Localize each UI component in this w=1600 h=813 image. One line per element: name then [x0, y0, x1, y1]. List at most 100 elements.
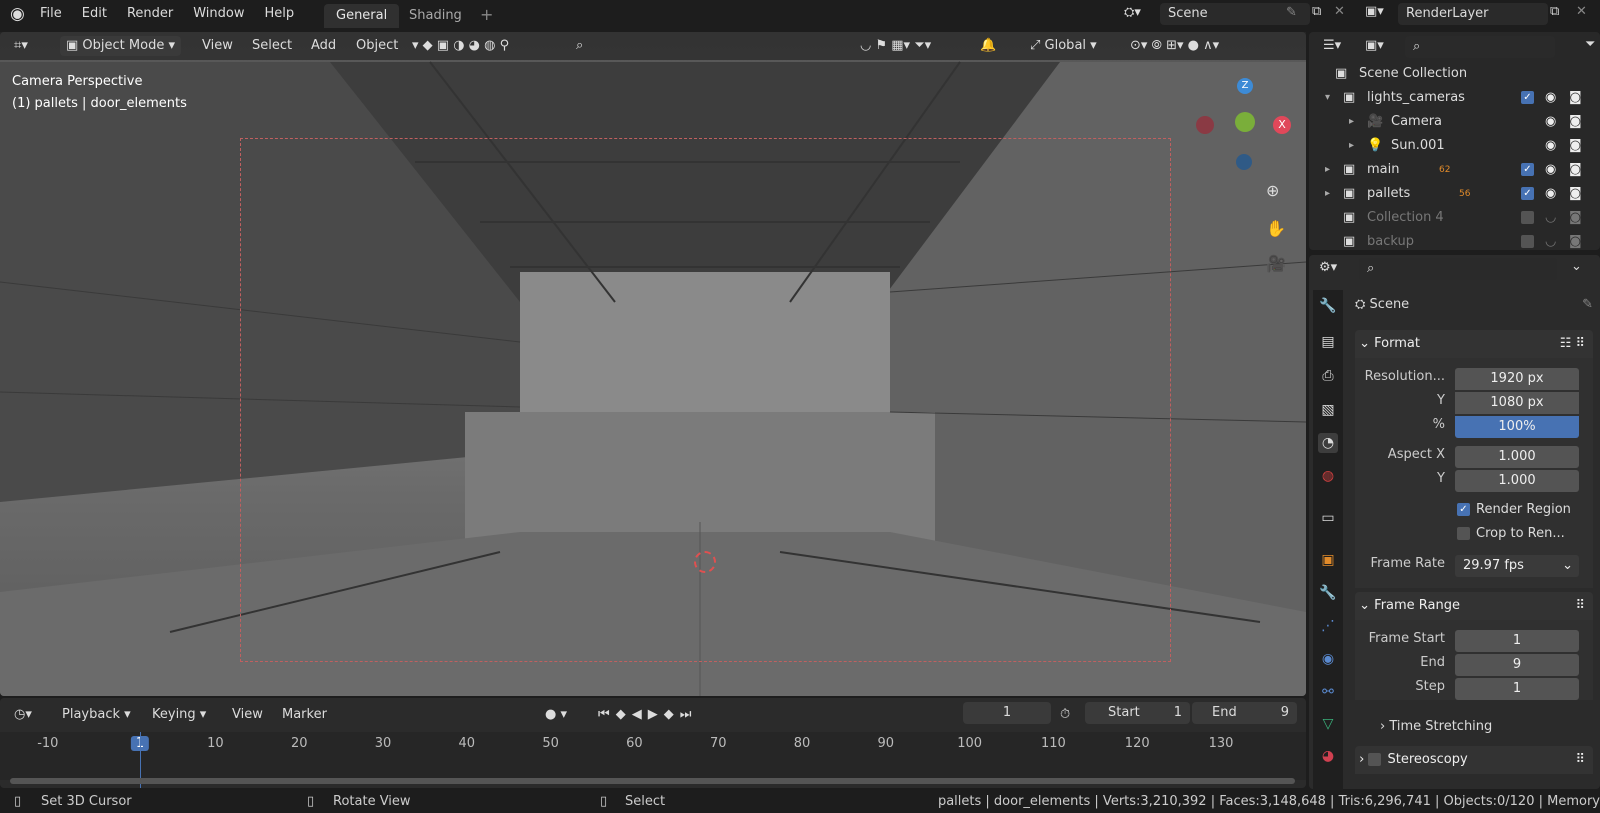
expand-arrow-icon[interactable]: ▸	[1349, 134, 1354, 158]
format-panel-header[interactable]: ⌄ Format ☷ ⠿	[1355, 330, 1593, 358]
render-camera-icon[interactable]: ◙	[1569, 110, 1582, 134]
snapping-icons[interactable]: ⊙▾ ⦾ ⊞▾ ● ∧▾	[1130, 36, 1219, 56]
menu-playback[interactable]: Playback ▾	[62, 706, 131, 724]
properties-editor-icon[interactable]: ⚙▾	[1319, 260, 1337, 275]
search-icon[interactable]: ⌕	[576, 36, 583, 56]
new-view-layer-icon[interactable]: ⧉	[1550, 4, 1559, 19]
crop-checkbox[interactable]: Crop to Ren...	[1457, 526, 1565, 541]
exclude-checkbox[interactable]	[1521, 211, 1534, 224]
gizmo-y[interactable]	[1235, 112, 1255, 132]
start-frame-field[interactable]: Start 1	[1085, 702, 1190, 724]
gizmo-neg-x[interactable]	[1196, 116, 1214, 134]
stereoscopy-panel-header[interactable]: › Stereoscopy ⠿	[1355, 746, 1593, 774]
render-camera-icon[interactable]: ◙	[1569, 230, 1582, 254]
resolution-y-field[interactable]: 1080 px	[1455, 392, 1579, 414]
frame-step-field[interactable]: 1	[1455, 678, 1579, 700]
blender-logo-icon[interactable]: ◉	[10, 4, 25, 24]
tool-tab-icon[interactable]: 🔧	[1318, 296, 1338, 316]
render-camera-icon[interactable]: ◙	[1569, 86, 1582, 110]
exclude-checkbox[interactable]: ✓	[1521, 187, 1534, 200]
filter-view-icon[interactable]: ▣▾	[1365, 38, 1384, 53]
expand-arrow-icon[interactable]: ▸	[1325, 158, 1330, 182]
visibility-eye-icon[interactable]: ◡	[1545, 230, 1556, 254]
presets-icon[interactable]: ☷ ⠿	[1560, 330, 1585, 358]
mode-dropdown[interactable]: ▣ Object Mode ▾	[60, 36, 181, 56]
frame-start-field[interactable]: 1	[1455, 630, 1579, 652]
render-camera-icon[interactable]: ◙	[1569, 182, 1582, 206]
3d-cursor[interactable]	[694, 551, 716, 573]
navigation-gizmo[interactable]: Z X ⊕ ✋ 🎥	[1196, 76, 1296, 276]
camera-view-icon[interactable]: 🎥	[1266, 254, 1286, 273]
chevron-down-icon[interactable]: ⌄	[1571, 259, 1582, 274]
menu-window[interactable]: Window	[183, 0, 254, 28]
viewport-shading-icons[interactable]: ▾ ◆ ▣ ◑ ◕ ◍ ⚲	[412, 36, 509, 56]
visibility-eye-icon[interactable]: ◉	[1545, 110, 1556, 134]
menu-file[interactable]: File	[30, 0, 72, 28]
visibility-eye-icon[interactable]: ◉	[1545, 86, 1556, 110]
gizmo-neg-z[interactable]	[1236, 154, 1252, 170]
material-tab-icon[interactable]: ◕	[1318, 746, 1338, 766]
menu-help[interactable]: Help	[255, 0, 305, 28]
output-tab-icon[interactable]: ⎙	[1318, 366, 1338, 386]
time-stretching-subpanel[interactable]: › Time Stretching	[1380, 719, 1492, 734]
pan-hand-icon[interactable]: ✋	[1266, 219, 1286, 238]
collection-tab-icon[interactable]: ▭	[1318, 508, 1338, 528]
gizmo-z[interactable]: Z	[1237, 78, 1253, 94]
stereoscopy-checkbox[interactable]	[1368, 753, 1382, 766]
frame-range-panel-header[interactable]: ⌄ Frame Range ⠿	[1355, 592, 1593, 620]
expand-arrow-icon[interactable]: ▸	[1349, 110, 1354, 134]
outliner-item[interactable]: ▸ ▣ main 62 ✓ ◉ ◙	[1309, 158, 1600, 182]
visibility-eye-icon[interactable]: ◉	[1545, 158, 1556, 182]
constraints-tab-icon[interactable]: ⚯	[1318, 682, 1338, 702]
playback-controls[interactable]: ⏮◆◀▶◆⏭	[598, 706, 697, 724]
exclude-checkbox[interactable]: ✓	[1521, 163, 1534, 176]
outliner-item[interactable]: ▸ 🎥 Camera ◉ ◙	[1309, 110, 1600, 134]
menu-object[interactable]: Object	[356, 36, 398, 56]
menu-timeline-view[interactable]: View	[232, 706, 263, 724]
aspect-y-field[interactable]: 1.000	[1455, 470, 1579, 492]
outliner-item[interactable]: ▣ backup ◡ ◙	[1309, 230, 1600, 254]
resolution-percent-slider[interactable]: 100%	[1455, 416, 1579, 438]
tab-general[interactable]: General	[324, 4, 400, 28]
menu-marker[interactable]: Marker	[282, 706, 327, 724]
outliner-item[interactable]: ▸ 💡 Sun.001 ◉ ◙	[1309, 134, 1600, 158]
overlay-icons[interactable]: ◡ ⚑ ▦▾ ⏷▾	[860, 36, 931, 56]
notification-bell-icon[interactable]: 🔔	[980, 36, 996, 56]
outliner-item[interactable]: ▣ Collection 4 ◡ ◙	[1309, 206, 1600, 230]
menu-render[interactable]: Render	[117, 0, 183, 28]
visibility-eye-icon[interactable]: ◡	[1545, 206, 1556, 230]
exclude-checkbox[interactable]: ✓	[1521, 91, 1534, 104]
expand-arrow-icon[interactable]: ▸	[1325, 182, 1330, 206]
menu-add[interactable]: Add	[311, 36, 336, 56]
record-button[interactable]: ● ▾	[545, 706, 567, 724]
menu-view[interactable]: View	[202, 36, 233, 56]
stopwatch-icon[interactable]: ⏱	[1060, 706, 1070, 724]
menu-select[interactable]: Select	[252, 36, 292, 56]
expand-arrow-icon[interactable]: ▾	[1325, 86, 1330, 110]
pin-icon[interactable]: ✎	[1286, 5, 1297, 20]
filter-icon[interactable]: ⏷	[1585, 37, 1595, 52]
visibility-eye-icon[interactable]: ◉	[1545, 182, 1556, 206]
delete-view-layer-icon[interactable]: ✕	[1576, 4, 1587, 19]
timeline-editor-icon[interactable]: ◷▾	[14, 706, 32, 724]
delete-scene-icon[interactable]: ✕	[1334, 4, 1345, 19]
zoom-icon[interactable]: ⊕	[1266, 181, 1279, 200]
new-scene-icon[interactable]: ⧉	[1312, 4, 1321, 19]
display-mode-icon[interactable]: ☰▾	[1323, 38, 1341, 53]
outliner-item[interactable]: ▸ ▣ pallets 56 ✓ ◉ ◙	[1309, 182, 1600, 206]
resolution-x-field[interactable]: 1920 px	[1455, 368, 1579, 390]
aspect-x-field[interactable]: 1.000	[1455, 446, 1579, 468]
timeline-ruler[interactable]: -101102030405060708090100110120130	[0, 732, 1306, 780]
particles-tab-icon[interactable]: ⋰	[1318, 616, 1338, 636]
properties-search-input[interactable]: ⌕	[1359, 258, 1557, 280]
view-layer-field[interactable]: RenderLayer	[1398, 3, 1548, 25]
menu-edit[interactable]: Edit	[72, 0, 117, 28]
pin-icon[interactable]: ✎	[1582, 294, 1593, 316]
view-layer-browse-icon[interactable]: ▣▾	[1365, 4, 1384, 19]
render-tab-icon[interactable]: ▤	[1318, 332, 1338, 352]
physics-tab-icon[interactable]: ◉	[1318, 649, 1338, 669]
data-tab-icon[interactable]: ▽	[1318, 714, 1338, 734]
end-frame-field[interactable]: End 9	[1192, 702, 1297, 724]
menu-keying[interactable]: Keying ▾	[152, 706, 206, 724]
outliner-item[interactable]: ▾ ▣ lights_cameras ✓ ◉ ◙	[1309, 86, 1600, 110]
